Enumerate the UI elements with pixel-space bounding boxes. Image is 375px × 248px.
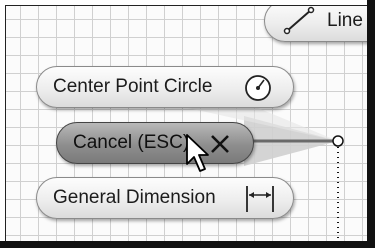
close-icon <box>209 133 231 155</box>
viewport-top-edge <box>0 0 375 5</box>
cancel-label: Cancel (ESC) <box>73 132 190 153</box>
sketch-viewport: Line Center Point Circle Cancel (ESC) Ge… <box>0 0 375 248</box>
dimension-icon <box>243 184 277 214</box>
viewport-right-edge <box>367 0 375 248</box>
menu-center-point <box>332 135 344 147</box>
cancel-menu-item[interactable]: Cancel (ESC) <box>56 122 254 164</box>
center-point-circle-label: Center Point Circle <box>53 76 213 97</box>
viewport-bottom-edge <box>0 241 375 248</box>
line-label: Line <box>327 10 363 31</box>
circle-center-icon <box>243 74 273 102</box>
sketch-grid-canvas[interactable]: Line Center Point Circle Cancel (ESC) Ge… <box>5 5 368 242</box>
line-menu-item[interactable]: Line <box>264 6 368 42</box>
mouse-cursor-icon <box>186 134 209 172</box>
line-icon <box>283 6 317 37</box>
center-point-circle-menu-item[interactable]: Center Point Circle <box>36 66 294 108</box>
general-dimension-menu-item[interactable]: General Dimension <box>36 177 294 219</box>
general-dimension-label: General Dimension <box>53 187 216 208</box>
